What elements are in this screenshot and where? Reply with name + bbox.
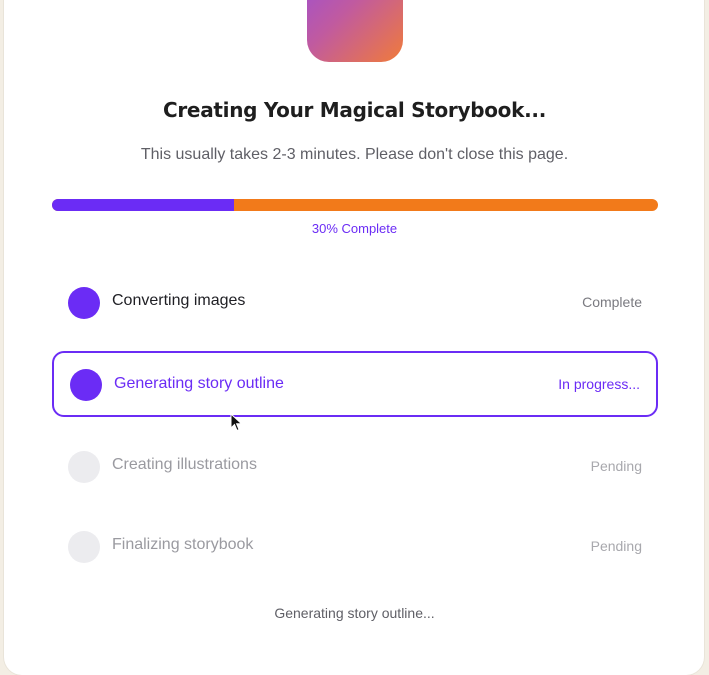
step-status: Pending (590, 538, 642, 554)
progress-label: 30% Complete (311, 221, 398, 236)
step-label: Generating story outline (114, 375, 284, 392)
app-logo (307, 0, 403, 62)
mouse-pointer-icon (230, 413, 243, 432)
progress-bar (52, 199, 658, 211)
step-pending-indicator-icon (68, 531, 100, 563)
current-status-text: Generating story outline... (274, 605, 435, 621)
step-creating-illustrations: Creating illustrations Pending (52, 434, 658, 500)
step-finalizing-storybook: Finalizing storybook Pending (52, 514, 658, 580)
step-pending-indicator-icon (68, 451, 100, 483)
progress-bar-fill (52, 199, 234, 211)
step-label: Converting images (112, 292, 246, 309)
step-complete-indicator-icon (68, 287, 100, 319)
step-status: Pending (590, 458, 642, 474)
step-label: Finalizing storybook (112, 536, 254, 553)
step-converting-images: Converting images Complete (52, 270, 658, 336)
step-label: Creating illustrations (112, 456, 257, 473)
step-status: Complete (582, 294, 642, 310)
step-active-indicator-icon (70, 369, 102, 401)
step-generating-story-outline: Generating story outline In progress... (52, 351, 658, 417)
page-subtitle: This usually takes 2-3 minutes. Please d… (140, 146, 569, 163)
page-title: Creating Your Magical Storybook... (162, 98, 547, 122)
step-status: In progress... (558, 376, 640, 392)
